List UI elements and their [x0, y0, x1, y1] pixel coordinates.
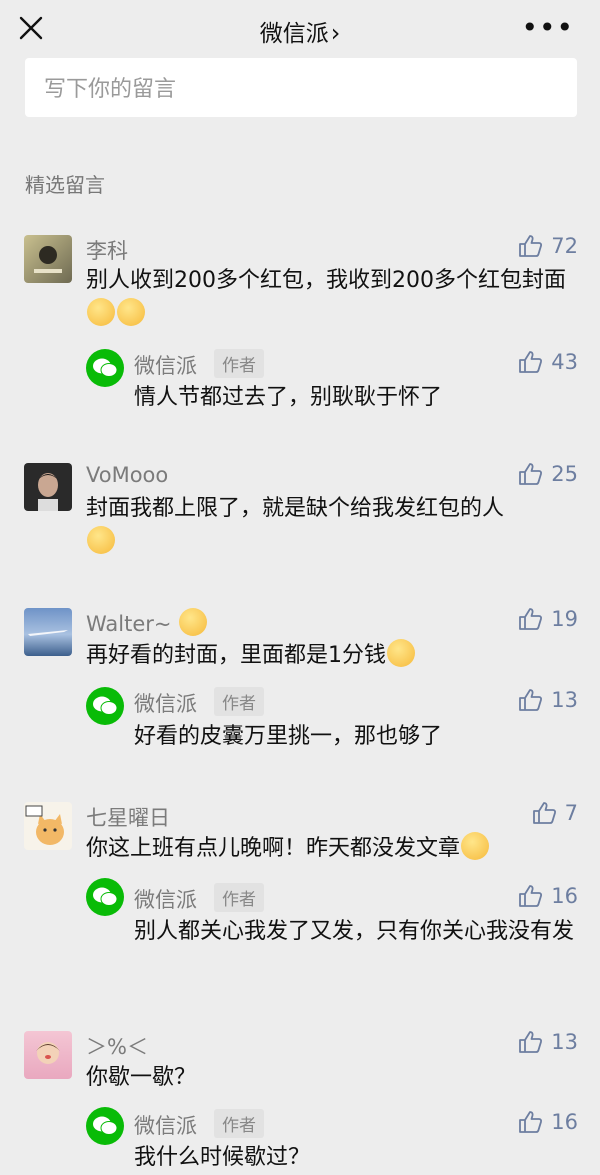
- reply-text: 情人节都过去了，别耿耿于怀了: [134, 385, 443, 410]
- wechat-logo-icon: [86, 349, 124, 387]
- like-count: 13: [551, 1030, 578, 1054]
- crying-emoji-icon: [387, 639, 415, 667]
- thumbs-up-icon: [519, 885, 543, 907]
- reply-text: 别人都关心我发了又发，只有你关心我没有发: [134, 919, 575, 944]
- author-badge: 作者: [214, 1109, 264, 1138]
- comment-username: 七星曜日: [86, 806, 170, 830]
- like-button[interactable]: 19: [517, 606, 578, 632]
- author-badge: 作者: [214, 349, 264, 378]
- page-title[interactable]: 微信派›: [0, 14, 600, 48]
- sunglasses-emoji-icon: [87, 526, 115, 554]
- reply-text: 好看的皮囊万里挑一，那也够了: [134, 724, 443, 749]
- comment-text: 别人收到200多个红包，我收到200多个红包封面: [86, 264, 576, 332]
- comment-text: 再好看的封面，里面都是1分钱: [86, 639, 576, 673]
- like-count: 43: [551, 350, 578, 374]
- comment-text: 你这上班有点儿晚啊！昨天都没发文章: [86, 832, 576, 866]
- author-badge: 作者: [214, 687, 264, 716]
- thumbs-up-icon: [519, 608, 543, 630]
- like-button[interactable]: 7: [531, 800, 578, 826]
- thumbs-up-icon: [519, 463, 543, 485]
- smirk-emoji-icon: [461, 832, 490, 860]
- like-button[interactable]: 25: [517, 461, 578, 487]
- thumbs-up-icon: [519, 351, 543, 373]
- section-title: 精选留言: [25, 173, 105, 197]
- comment-text: 你歇一歇？: [86, 1065, 197, 1090]
- wechat-logo-icon: [86, 1107, 124, 1145]
- avatar[interactable]: [24, 1031, 72, 1079]
- like-count: 16: [551, 1110, 578, 1134]
- like-button[interactable]: 16: [517, 883, 578, 909]
- comment-input-placeholder: 写下你的留言: [44, 77, 177, 102]
- reply-username: 微信派: [134, 692, 197, 716]
- wechat-logo-icon: [86, 878, 124, 916]
- thumbs-up-icon: [532, 802, 556, 824]
- like-button[interactable]: 16: [517, 1109, 578, 1135]
- thumbs-up-icon: [519, 689, 543, 711]
- wechat-logo-icon: [86, 687, 124, 725]
- avatar[interactable]: [24, 802, 72, 850]
- comment-username: ＞%＜: [86, 1035, 148, 1059]
- like-count: 25: [551, 462, 578, 486]
- like-count: 16: [551, 884, 578, 908]
- like-button[interactable]: 72: [517, 233, 578, 259]
- crying-emoji-icon: [87, 298, 115, 326]
- reply-username: 微信派: [134, 354, 197, 378]
- thumbs-up-icon: [519, 1031, 543, 1053]
- more-icon[interactable]: •••: [521, 14, 574, 42]
- like-button[interactable]: 43: [517, 349, 578, 375]
- like-count: 72: [551, 234, 578, 258]
- comment-input[interactable]: 写下你的留言: [25, 58, 577, 117]
- avatar[interactable]: [24, 235, 72, 283]
- like-count: 19: [551, 607, 578, 631]
- thumbs-up-icon: [519, 235, 543, 257]
- author-badge: 作者: [214, 883, 264, 912]
- reply-text: 我什么时候歇过？: [134, 1145, 311, 1170]
- comment-username: VoMooo: [86, 463, 169, 487]
- like-button[interactable]: 13: [517, 687, 578, 713]
- avatar[interactable]: [24, 608, 72, 656]
- reply-username: 微信派: [134, 1114, 197, 1138]
- reply-username: 微信派: [134, 888, 197, 912]
- top-bar: 微信派› •••: [0, 0, 600, 58]
- avatar[interactable]: [24, 463, 72, 511]
- like-button[interactable]: 13: [517, 1029, 578, 1055]
- comment-username: Walter~: [86, 608, 208, 636]
- like-count: 7: [564, 801, 578, 825]
- chevron-right-icon: ›: [330, 19, 341, 47]
- tongue-emoji-icon: [179, 608, 208, 636]
- crying-emoji-icon: [117, 298, 145, 326]
- thumbs-up-icon: [519, 1111, 543, 1133]
- like-count: 13: [551, 688, 578, 712]
- comment-text: 封面我都上限了，就是缺个给我发红包的人: [86, 492, 576, 560]
- comment-username: 李科: [86, 239, 128, 263]
